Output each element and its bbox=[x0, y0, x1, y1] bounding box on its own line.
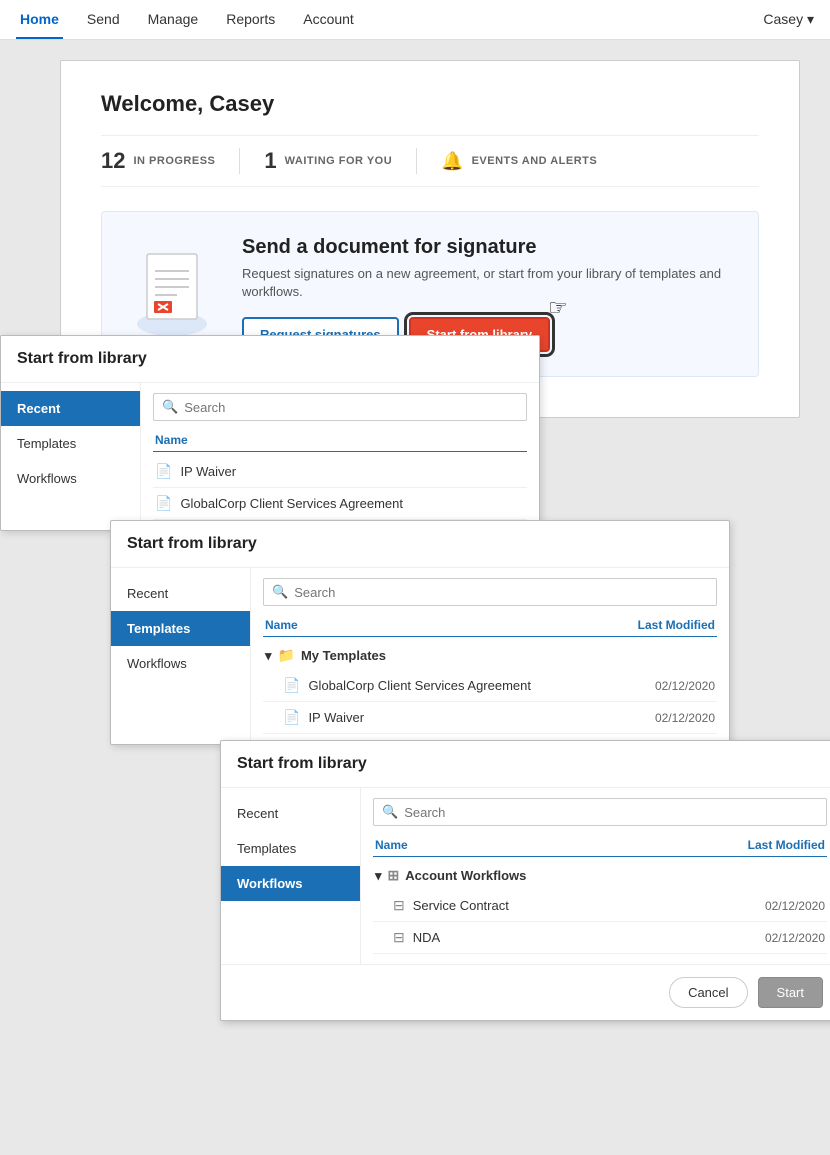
workflow-icon-1: ⊟ bbox=[393, 897, 405, 914]
panel2-search-input[interactable] bbox=[294, 585, 708, 600]
nav-send[interactable]: Send bbox=[83, 1, 124, 39]
stat-events-label: EVENTS AND ALERTS bbox=[472, 155, 598, 167]
panel2-content: 🔍 Name Last Modified ▾ 📁 My Templates 📄 … bbox=[251, 568, 729, 744]
nav-home[interactable]: Home bbox=[16, 1, 63, 39]
doc-icon-2: 📄 bbox=[155, 495, 172, 512]
doc-icon-p2-2: 📄 bbox=[283, 709, 300, 726]
panel3-body: Recent Templates Workflows 🔍 Name Last M… bbox=[221, 788, 830, 964]
panel3-col-name: Name bbox=[375, 838, 408, 852]
panel1-search-box[interactable]: 🔍 bbox=[153, 393, 527, 421]
panel3-sidebar: Recent Templates Workflows bbox=[221, 788, 361, 964]
panel2-col-date: Last Modified bbox=[638, 618, 715, 632]
library-panel-recent: Start from library Recent Templates Work… bbox=[0, 335, 540, 531]
panel2-col-name: Name bbox=[265, 618, 298, 632]
panel2-sidebar-workflows[interactable]: Workflows bbox=[111, 646, 250, 681]
table-row[interactable]: 📄 IP Waiver bbox=[153, 456, 527, 488]
nav-account[interactable]: Account bbox=[299, 1, 358, 39]
panel2-body: Recent Templates Workflows 🔍 Name Last M… bbox=[111, 568, 729, 744]
panel2-folder-name: My Templates bbox=[301, 648, 386, 663]
search-icon-p2: 🔍 bbox=[272, 584, 288, 600]
panel1-sidebar-templates[interactable]: Templates bbox=[1, 426, 140, 461]
chevron-icon-p3: ▾ bbox=[375, 868, 382, 884]
panel2-row1-date: 02/12/2020 bbox=[655, 679, 715, 693]
cancel-button[interactable]: Cancel bbox=[669, 977, 747, 1008]
panel3-search-box[interactable]: 🔍 bbox=[373, 798, 827, 826]
panel1-sidebar-workflows[interactable]: Workflows bbox=[1, 461, 140, 496]
table-row[interactable]: ⊟ NDA 02/12/2020 bbox=[373, 922, 827, 954]
nav-items: Home Send Manage Reports Account bbox=[16, 1, 763, 39]
nav-reports[interactable]: Reports bbox=[222, 1, 279, 39]
panel1-table-header: Name bbox=[153, 429, 527, 452]
library-panel-templates: Start from library Recent Templates Work… bbox=[110, 520, 730, 745]
stat-in-progress: 12 IN PROGRESS bbox=[101, 148, 240, 174]
panel2-folder-row: ▾ 📁 My Templates bbox=[263, 641, 717, 670]
panel1-search-input[interactable] bbox=[184, 400, 518, 415]
panel3-footer: Cancel Start bbox=[221, 964, 830, 1020]
send-doc-desc: Request signatures on a new agreement, o… bbox=[242, 265, 728, 301]
panel3-header: Start from library bbox=[221, 741, 830, 788]
start-button[interactable]: Start bbox=[758, 977, 823, 1008]
panel3-sidebar-workflows[interactable]: Workflows bbox=[221, 866, 360, 901]
search-icon-p1: 🔍 bbox=[162, 399, 178, 415]
panel3-sidebar-recent[interactable]: Recent bbox=[221, 796, 360, 831]
stat-in-progress-number: 12 bbox=[101, 148, 125, 174]
table-row[interactable]: 📄 GlobalCorp Client Services Agreement bbox=[153, 488, 527, 520]
table-row[interactable]: ⊟ Service Contract 02/12/2020 bbox=[373, 890, 827, 922]
panel1-col-name: Name bbox=[155, 433, 188, 447]
top-navigation: Home Send Manage Reports Account Casey ▾ bbox=[0, 0, 830, 40]
panel2-header: Start from library bbox=[111, 521, 729, 568]
panel1-row1-name: IP Waiver bbox=[180, 464, 525, 479]
panel1-row2-name: GlobalCorp Client Services Agreement bbox=[180, 496, 525, 511]
user-menu[interactable]: Casey ▾ bbox=[763, 11, 814, 28]
table-row[interactable]: 📄 GlobalCorp Client Services Agreement 0… bbox=[263, 670, 717, 702]
panel3-sidebar-templates[interactable]: Templates bbox=[221, 831, 360, 866]
panel1-body: Recent Templates Workflows 🔍 Name 📄 IP W… bbox=[1, 383, 539, 530]
stat-in-progress-label: IN PROGRESS bbox=[133, 155, 215, 167]
panel1-sidebar-recent[interactable]: Recent bbox=[1, 391, 140, 426]
workflow-icon-2: ⊟ bbox=[393, 929, 405, 946]
panel3-table-header: Name Last Modified bbox=[373, 834, 827, 857]
stats-row: 12 IN PROGRESS 1 WAITING FOR YOU 🔔 EVENT… bbox=[101, 135, 759, 187]
panel3-folder-name: Account Workflows bbox=[405, 868, 526, 883]
chevron-icon-p2: ▾ bbox=[265, 648, 272, 664]
panel1-header: Start from library bbox=[1, 336, 539, 383]
workflow-folder-icon: ⊞ bbox=[388, 867, 400, 884]
panel2-sidebar-recent[interactable]: Recent bbox=[111, 576, 250, 611]
doc-icon-1: 📄 bbox=[155, 463, 172, 480]
panel2-search-box[interactable]: 🔍 bbox=[263, 578, 717, 606]
panel3-content: 🔍 Name Last Modified ▾ ⊞ Account Workflo… bbox=[361, 788, 830, 964]
panel2-row2-date: 02/12/2020 bbox=[655, 711, 715, 725]
panel3-row1-name: Service Contract bbox=[413, 898, 757, 913]
panel2-row1-name: GlobalCorp Client Services Agreement bbox=[308, 678, 647, 693]
panel3-row1-date: 02/12/2020 bbox=[765, 899, 825, 913]
panel2-table-header: Name Last Modified bbox=[263, 614, 717, 637]
table-row[interactable]: 📄 IP Waiver 02/12/2020 bbox=[263, 702, 717, 734]
search-icon-p3: 🔍 bbox=[382, 804, 398, 820]
document-illustration bbox=[132, 249, 212, 339]
welcome-title: Welcome, Casey bbox=[101, 91, 759, 117]
panel3-folder-row: ▾ ⊞ Account Workflows bbox=[373, 861, 827, 890]
panel3-row2-date: 02/12/2020 bbox=[765, 931, 825, 945]
panel1-sidebar: Recent Templates Workflows bbox=[1, 383, 141, 530]
stat-waiting-label: WAITING FOR YOU bbox=[285, 155, 393, 167]
panel3-search-input[interactable] bbox=[404, 805, 818, 820]
library-panel-workflows: Start from library Recent Templates Work… bbox=[220, 740, 830, 1021]
nav-manage[interactable]: Manage bbox=[144, 1, 203, 39]
panel2-sidebar: Recent Templates Workflows bbox=[111, 568, 251, 744]
panel3-col-date: Last Modified bbox=[748, 838, 825, 852]
panel3-row2-name: NDA bbox=[413, 930, 757, 945]
send-doc-title: Send a document for signature bbox=[242, 236, 728, 259]
stat-waiting-number: 1 bbox=[264, 148, 276, 174]
folder-icon-p2: 📁 bbox=[278, 647, 295, 664]
doc-icon-p2-1: 📄 bbox=[283, 677, 300, 694]
panel2-sidebar-templates[interactable]: Templates bbox=[111, 611, 250, 646]
panel1-content: 🔍 Name 📄 IP Waiver 📄 GlobalCorp Client S… bbox=[141, 383, 539, 530]
panel2-row2-name: IP Waiver bbox=[308, 710, 647, 725]
stat-waiting: 1 WAITING FOR YOU bbox=[240, 148, 417, 174]
stat-events: 🔔 EVENTS AND ALERTS bbox=[417, 151, 621, 172]
bell-icon: 🔔 bbox=[441, 151, 463, 172]
